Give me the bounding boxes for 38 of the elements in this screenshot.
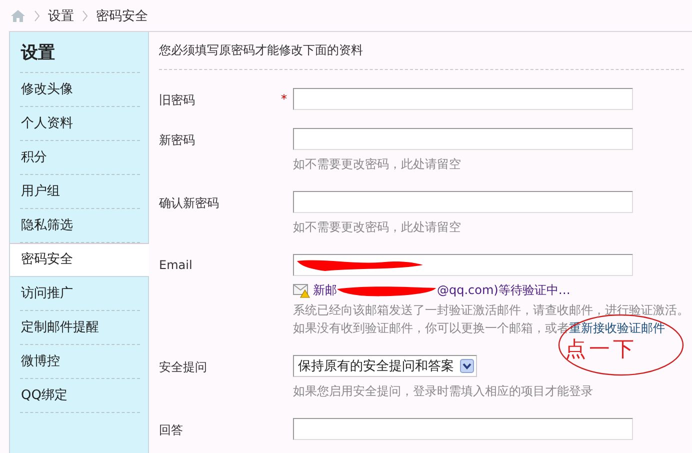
question-select[interactable]: 保持原有的安全提问和答案 bbox=[293, 355, 477, 377]
annotation-text: 点一下 bbox=[565, 338, 637, 360]
hint-text: 如不需要更改密码，此处请留空 bbox=[293, 156, 462, 173]
breadcrumb-link[interactable]: 密码安全 bbox=[96, 6, 148, 24]
password-field[interactable] bbox=[293, 128, 633, 150]
sidebar-item[interactable]: 修改头像 bbox=[10, 73, 148, 107]
field-label: 回答 bbox=[159, 423, 183, 437]
required-mark: * bbox=[281, 92, 287, 106]
sidebar-item[interactable]: 微博控 bbox=[10, 345, 148, 379]
chevron-icon bbox=[82, 10, 88, 22]
field-label: 旧密码 bbox=[159, 93, 195, 107]
field-label: 安全提问 bbox=[159, 360, 207, 374]
sidebar-item[interactable]: 用户组 bbox=[10, 175, 148, 209]
sidebar-item[interactable]: 积分 bbox=[10, 141, 148, 175]
status-text: @qq.com)等待验证中… bbox=[437, 282, 570, 299]
envelope-warning-icon bbox=[293, 283, 310, 298]
caret-icon bbox=[460, 359, 474, 373]
home-icon[interactable] bbox=[10, 8, 26, 22]
sidebar-title: 设置 bbox=[20, 42, 56, 65]
password-field[interactable] bbox=[293, 418, 633, 440]
hint-text: 如不需要更改密码，此处请留空 bbox=[293, 219, 462, 236]
sidebar-item[interactable]: 个人资料 bbox=[10, 107, 148, 141]
notice-text: 您必须填写原密码才能修改下面的资料 bbox=[159, 43, 363, 57]
sidebar-item[interactable]: 定制邮件提醒 bbox=[10, 311, 148, 345]
breadcrumb-link[interactable]: 设置 bbox=[48, 6, 74, 24]
password-field[interactable] bbox=[293, 88, 633, 110]
status-text: 新邮 bbox=[313, 282, 337, 299]
field-label: Email bbox=[159, 258, 192, 272]
field-label: 确认新密码 bbox=[159, 196, 219, 210]
sidebar-item[interactable]: QQ绑定 bbox=[10, 379, 148, 413]
sidebar-item[interactable]: 隐私筛选 bbox=[10, 209, 148, 243]
sidebar-item[interactable]: 访问推广 bbox=[10, 277, 148, 311]
field-label: 新密码 bbox=[159, 133, 195, 147]
hint-text: 如果您启用安全提问，登录时需填入相应的项目才能登录 bbox=[293, 383, 594, 400]
hint-text: 如果没有收到验证邮件，你可以更换一个邮箱，或者 bbox=[293, 320, 569, 337]
sidebar-item[interactable]: 密码安全 bbox=[10, 243, 149, 277]
password-field[interactable] bbox=[293, 191, 633, 213]
chevron-icon bbox=[34, 10, 40, 22]
